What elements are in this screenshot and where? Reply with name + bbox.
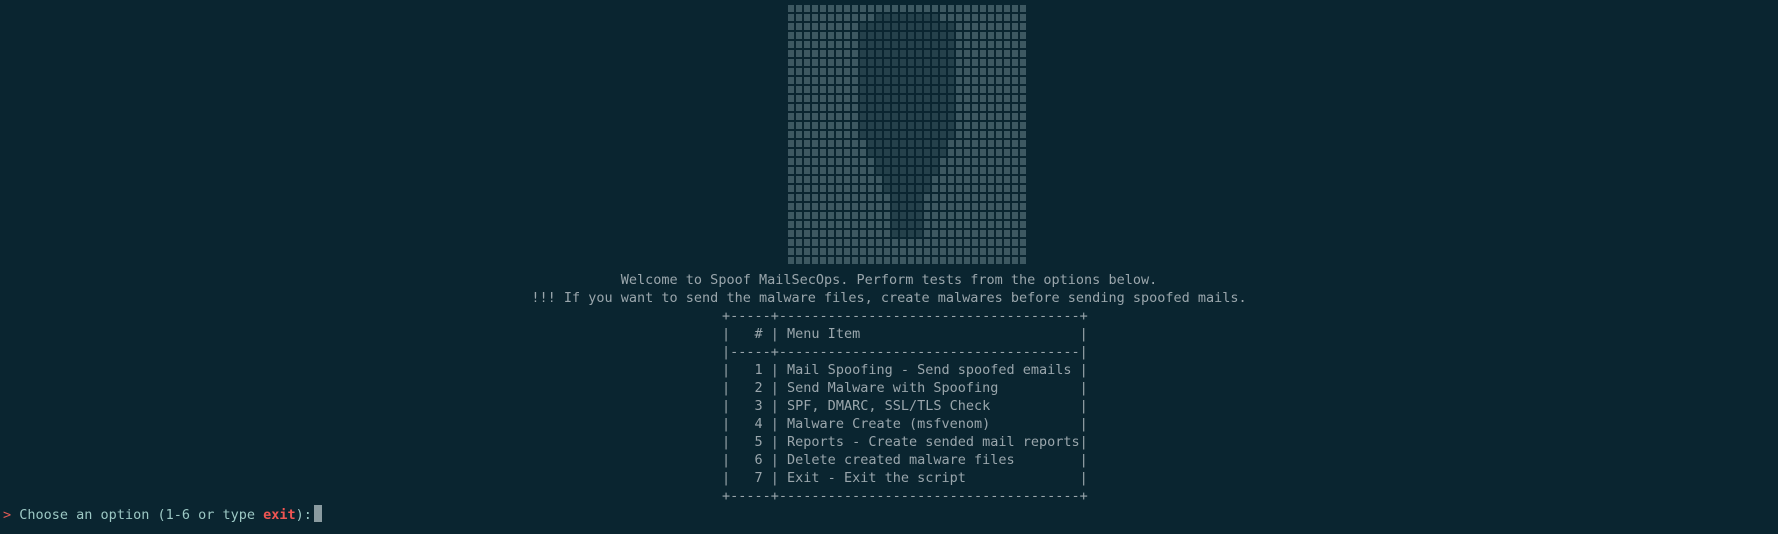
menu-item-7-label: Exit - Exit the script: [787, 470, 1080, 486]
menu-item-3-number: 3: [730, 398, 771, 414]
prompt-caret: >: [3, 507, 12, 523]
command-prompt[interactable]: > Choose an option (1-6 or type exit):: [3, 505, 322, 524]
terminal-window: Welcome to Spoof MailSecOps. Perform tes…: [0, 0, 1778, 534]
menu-item-1-label: Mail Spoofing - Send spoofed emails: [787, 362, 1080, 378]
menu-item-3[interactable]: | 3 | SPF, DMARC, SSL/TLS Check |: [722, 398, 1088, 414]
ascii-art-logo: [787, 4, 1027, 270]
menu-item-5-label: Reports - Create sended mail reports: [787, 434, 1080, 450]
menu-item-6-label: Delete created malware files: [787, 452, 1080, 468]
menu-item-1-number: 1: [730, 362, 771, 378]
menu-item-4[interactable]: | 4 | Malware Create (msfvenom) |: [722, 416, 1088, 432]
menu-item-4-number: 4: [730, 416, 771, 432]
prompt-exit-keyword: exit: [263, 507, 296, 523]
menu-header-label: Menu Item: [787, 326, 1080, 342]
menu-header-number: #: [730, 326, 771, 342]
menu-item-6[interactable]: | 6 | Delete created malware files |: [722, 452, 1088, 468]
welcome-message: Welcome to Spoof MailSecOps. Perform tes…: [620, 272, 1158, 288]
menu-item-1[interactable]: | 1 | Mail Spoofing - Send spoofed email…: [722, 362, 1088, 378]
table-border-top: +-----+---------------------------------…: [722, 308, 1088, 324]
menu-item-7-number: 7: [730, 470, 771, 486]
text-cursor[interactable]: [313, 505, 322, 522]
prompt-text: Choose an option (1-6 or type: [19, 507, 264, 523]
menu-item-6-number: 6: [730, 452, 771, 468]
menu-item-2-number: 2: [730, 380, 771, 396]
table-separator: |-----+---------------------------------…: [722, 344, 1088, 360]
menu-item-5[interactable]: | 5 | Reports - Create sended mail repor…: [722, 434, 1088, 450]
menu-item-5-number: 5: [730, 434, 771, 450]
menu-item-7[interactable]: | 7 | Exit - Exit the script |: [722, 470, 1088, 486]
menu-item-2-label: Send Malware with Spoofing: [787, 380, 1080, 396]
menu-item-3-label: SPF, DMARC, SSL/TLS Check: [787, 398, 1080, 414]
table-border-bottom: +-----+---------------------------------…: [722, 488, 1088, 504]
menu-item-4-label: Malware Create (msfvenom): [787, 416, 1080, 432]
menu-table: +-----+---------------------------------…: [722, 307, 1088, 505]
malware-warning-message: !!! If you want to send the malware file…: [531, 290, 1247, 306]
prompt-suffix: ):: [295, 507, 312, 523]
menu-header: | # | Menu Item |: [722, 326, 1088, 342]
menu-item-2[interactable]: | 2 | Send Malware with Spoofing |: [722, 380, 1088, 396]
